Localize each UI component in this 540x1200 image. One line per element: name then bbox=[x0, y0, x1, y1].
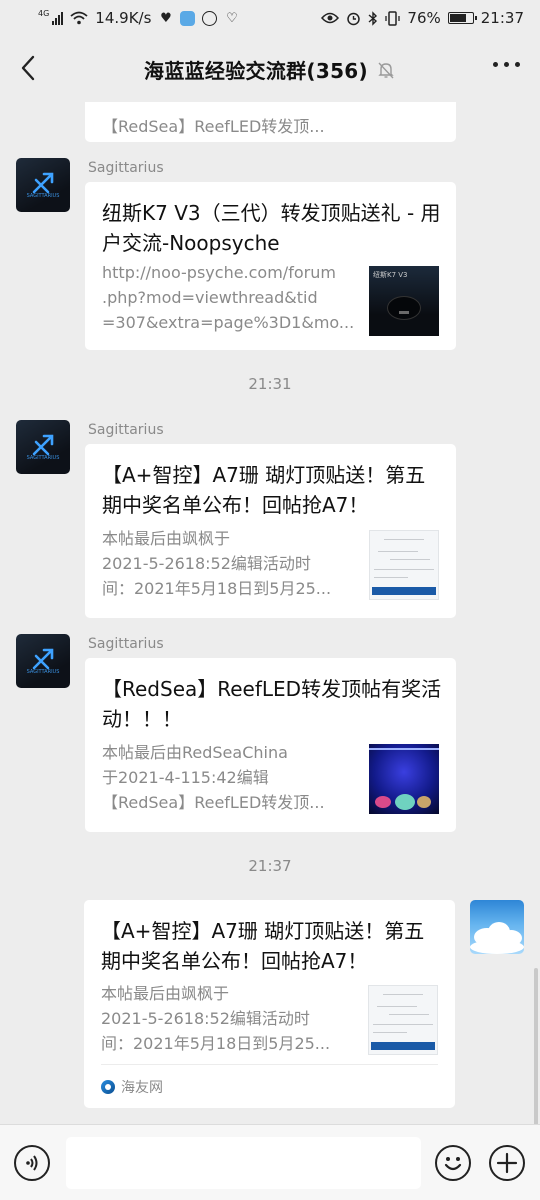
link-card[interactable]: 【A+智控】A7珊 瑚灯顶贴送！第五期中奖名单公布！回帖抢A7！ 本帖最后由飒枫… bbox=[84, 900, 455, 1108]
description-line: 本帖最后由飒枫于 bbox=[101, 984, 230, 1003]
bell-off-icon bbox=[378, 62, 394, 79]
description-line: 本帖最后由飒枫于 bbox=[102, 529, 231, 548]
card-title: 【A+智控】A7珊 瑚灯顶贴送！第五期中奖名单公布！回帖抢A7！ bbox=[101, 919, 425, 973]
sagittarius-arrow-icon bbox=[32, 434, 54, 456]
card-thumbnail bbox=[369, 530, 439, 600]
card-description: http://noo-psyche.com/forum .php?mod=vie… bbox=[102, 260, 358, 335]
battery-percent: 76% bbox=[407, 9, 441, 27]
card-thumbnail bbox=[369, 744, 439, 814]
network-type: 4G bbox=[38, 8, 50, 18]
vibrate-icon bbox=[385, 10, 401, 26]
card-description: 本帖最后由RedSeaChina 于2021-4-115:42编辑 【RedSe… bbox=[102, 740, 358, 815]
description-line: .php?mod=viewthread&tid bbox=[102, 288, 318, 307]
status-bar: 4G 14.9K/s ♥ ♡ 76% 21:37 bbox=[0, 0, 540, 36]
description-line: 本帖最后由RedSeaChina bbox=[102, 743, 288, 762]
card-title: 【RedSea】ReefLED转发顶帖有奖活动！！！ bbox=[102, 677, 442, 731]
sender-name: Sagittarius bbox=[88, 636, 164, 652]
description-line: 间：2021年5月18日到5月25... bbox=[101, 1034, 331, 1053]
link-card[interactable]: 【RedSea】ReefLED转发顶帖有奖活动！！！ 本帖最后由RedSeaCh… bbox=[85, 658, 456, 832]
thumbnail-caption: 纽斯K7 V3 bbox=[373, 271, 408, 279]
voice-button[interactable] bbox=[14, 1145, 50, 1181]
circle-notification-icon bbox=[202, 10, 218, 26]
card-title: 【A+智控】A7珊 瑚灯顶贴送！第五期中奖名单公布！回帖抢A7！ bbox=[102, 463, 426, 517]
description-line: 2021-5-2618:52编辑活动时 bbox=[102, 554, 311, 573]
avatar-caption: SAGITTARIUS bbox=[26, 193, 60, 199]
wifi-icon bbox=[70, 11, 88, 25]
description-line: 2021-5-2618:52编辑活动时 bbox=[101, 1009, 310, 1028]
emoji-icon bbox=[444, 1157, 462, 1171]
avatar[interactable]: SAGITTARIUS bbox=[16, 634, 70, 688]
message-input[interactable] bbox=[66, 1137, 421, 1189]
alarm-icon bbox=[347, 12, 361, 25]
source-logo-icon bbox=[101, 1079, 115, 1094]
description-line: 【RedSea】ReefLED转发顶... bbox=[102, 117, 325, 136]
description-line: 于2021-4-115:42编辑 bbox=[102, 768, 269, 787]
link-card[interactable]: 纽斯K7 V3（三代）转发顶贴送礼 - 用户交流-Noopsyche http:… bbox=[85, 182, 456, 350]
sagittarius-arrow-icon bbox=[32, 648, 54, 670]
bluetooth-icon bbox=[368, 10, 378, 26]
signal-icon bbox=[52, 11, 64, 25]
card-source: 海友网 bbox=[101, 1064, 438, 1108]
source-name: 海友网 bbox=[121, 1079, 163, 1096]
card-description: 【RedSea】ReefLED转发顶... bbox=[102, 114, 358, 139]
app-notification-icon bbox=[180, 10, 196, 26]
chevron-left-icon[interactable] bbox=[14, 53, 44, 83]
voice-icon bbox=[26, 1155, 38, 1171]
description-line: 【RedSea】ReefLED转发顶... bbox=[102, 793, 325, 812]
heart-outline-icon: ♡ bbox=[226, 10, 238, 26]
page-title: 海蓝蓝经验交流群(356) bbox=[144, 58, 368, 83]
heart-icon: ♥ bbox=[160, 10, 172, 26]
status-left: 4G 14.9K/s ♥ ♡ bbox=[38, 8, 239, 28]
more-icon[interactable] bbox=[493, 62, 520, 67]
timestamp: 21:37 bbox=[248, 857, 292, 875]
input-bar bbox=[0, 1124, 540, 1200]
scrollbar[interactable] bbox=[534, 968, 538, 1124]
link-card[interactable]: 【A+智控】A7珊 瑚灯顶贴送！第五期中奖名单公布！回帖抢A7！ 本帖最后由飒枫… bbox=[85, 444, 456, 618]
card-thumbnail: 纽斯K7 V3 bbox=[369, 266, 439, 336]
description-line: =307&extra=page%3D1&mo... bbox=[102, 313, 355, 332]
card-title: 纽斯K7 V3（三代）转发顶贴送礼 - 用户交流-Noopsyche bbox=[102, 201, 441, 255]
card-description: 本帖最后由飒枫于 2021-5-2618:52编辑活动时 间：2021年5月18… bbox=[101, 981, 357, 1056]
avatar-caption: SAGITTARIUS bbox=[26, 455, 60, 461]
status-right: 76% 21:37 bbox=[321, 9, 524, 27]
battery-icon bbox=[447, 12, 477, 24]
chat-area[interactable]: 【RedSea】ReefLED转发顶... SAGITTARIUS Sagitt… bbox=[0, 102, 540, 1124]
avatar[interactable]: SAGITTARIUS bbox=[16, 158, 70, 212]
plus-icon bbox=[496, 1152, 518, 1174]
link-card[interactable]: 【RedSea】ReefLED转发顶... bbox=[85, 102, 456, 142]
emoji-button[interactable] bbox=[435, 1145, 471, 1181]
sender-name: Sagittarius bbox=[88, 422, 164, 438]
net-speed: 14.9K/s bbox=[95, 9, 152, 27]
avatar[interactable]: SAGITTARIUS bbox=[16, 420, 70, 474]
battery-level bbox=[449, 14, 467, 22]
card-thumbnail bbox=[368, 985, 438, 1055]
title-bar: 海蓝蓝经验交流群(356) bbox=[0, 36, 540, 102]
my-avatar[interactable] bbox=[470, 900, 524, 954]
avatar-caption: SAGITTARIUS bbox=[26, 669, 60, 675]
eye-icon bbox=[321, 12, 340, 24]
description-line: http://noo-psyche.com/forum bbox=[102, 263, 336, 282]
sender-name: Sagittarius bbox=[88, 160, 164, 176]
clock: 21:37 bbox=[480, 9, 524, 27]
timestamp: 21:31 bbox=[248, 375, 292, 393]
sagittarius-arrow-icon bbox=[32, 172, 54, 194]
description-line: 间：2021年5月18日到5月25... bbox=[102, 579, 332, 598]
card-description: 本帖最后由飒枫于 2021-5-2618:52编辑活动时 间：2021年5月18… bbox=[102, 526, 358, 601]
plus-button[interactable] bbox=[489, 1145, 525, 1181]
